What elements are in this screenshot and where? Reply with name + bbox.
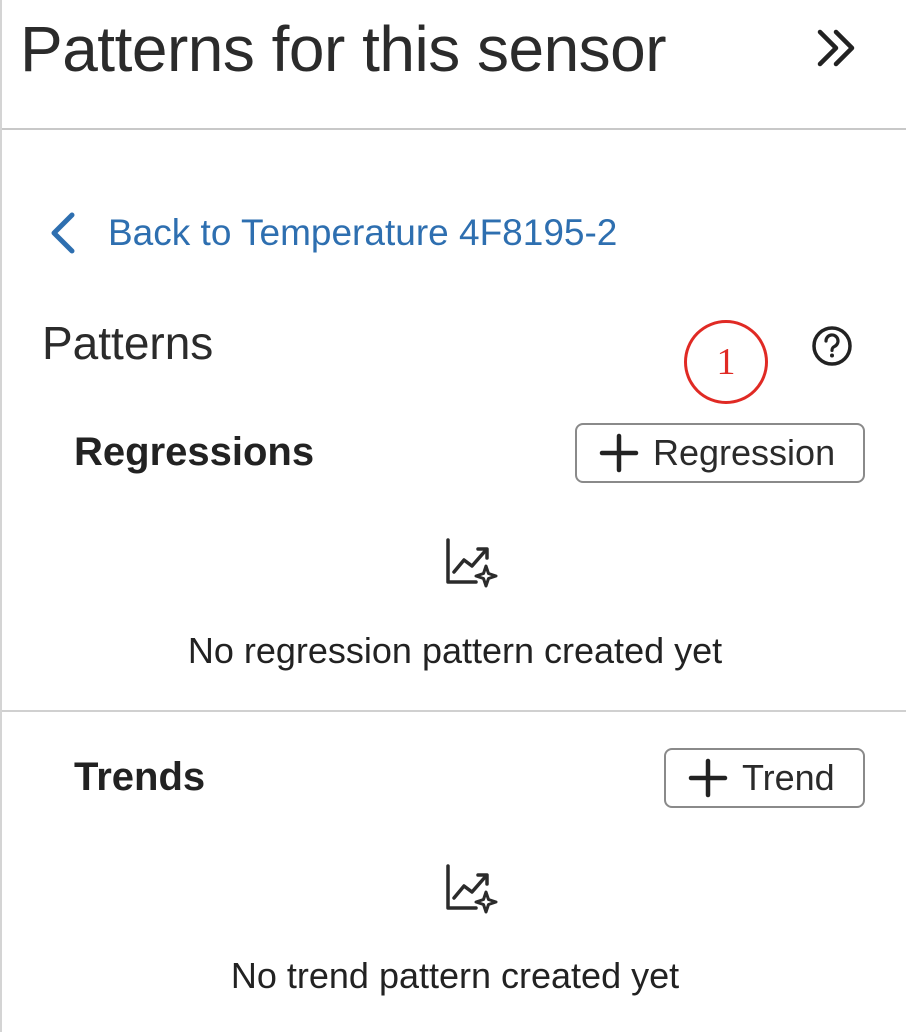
annotation-marker: 1 xyxy=(684,320,768,404)
chevron-left-icon xyxy=(51,212,75,254)
panel-header: Patterns for this sensor xyxy=(2,0,906,130)
add-trend-button[interactable]: Trend xyxy=(664,748,865,808)
trends-heading: Trends xyxy=(74,755,206,799)
double-chevron-right-icon xyxy=(817,29,855,67)
trends-empty-text: No trend pattern created yet xyxy=(230,955,680,996)
section-divider xyxy=(2,710,906,712)
back-link[interactable]: Back to Temperature 4F8195-2 xyxy=(46,206,617,260)
chart-sparkle-icon xyxy=(446,538,498,588)
chart-sparkle-icon xyxy=(446,864,498,914)
regressions-heading: Regressions xyxy=(74,430,315,474)
question-circle-icon xyxy=(812,326,852,366)
annotation-number: 1 xyxy=(716,341,736,383)
add-regression-button[interactable]: Regression xyxy=(575,423,865,483)
back-link-label: Back to Temperature 4F8195-2 xyxy=(108,212,618,253)
panel-title: Patterns for this sensor xyxy=(20,13,667,85)
add-regression-label: Regression xyxy=(653,432,836,473)
patterns-heading: Patterns xyxy=(42,317,214,369)
add-trend-label: Trend xyxy=(742,757,835,798)
plus-icon xyxy=(599,433,639,473)
plus-icon xyxy=(688,758,728,798)
collapse-panel-button[interactable] xyxy=(810,20,870,80)
regressions-empty-text: No regression pattern created yet xyxy=(187,630,723,671)
help-button[interactable] xyxy=(810,324,854,368)
patterns-panel: Patterns for this sensor Back to Tempera… xyxy=(0,0,906,1032)
